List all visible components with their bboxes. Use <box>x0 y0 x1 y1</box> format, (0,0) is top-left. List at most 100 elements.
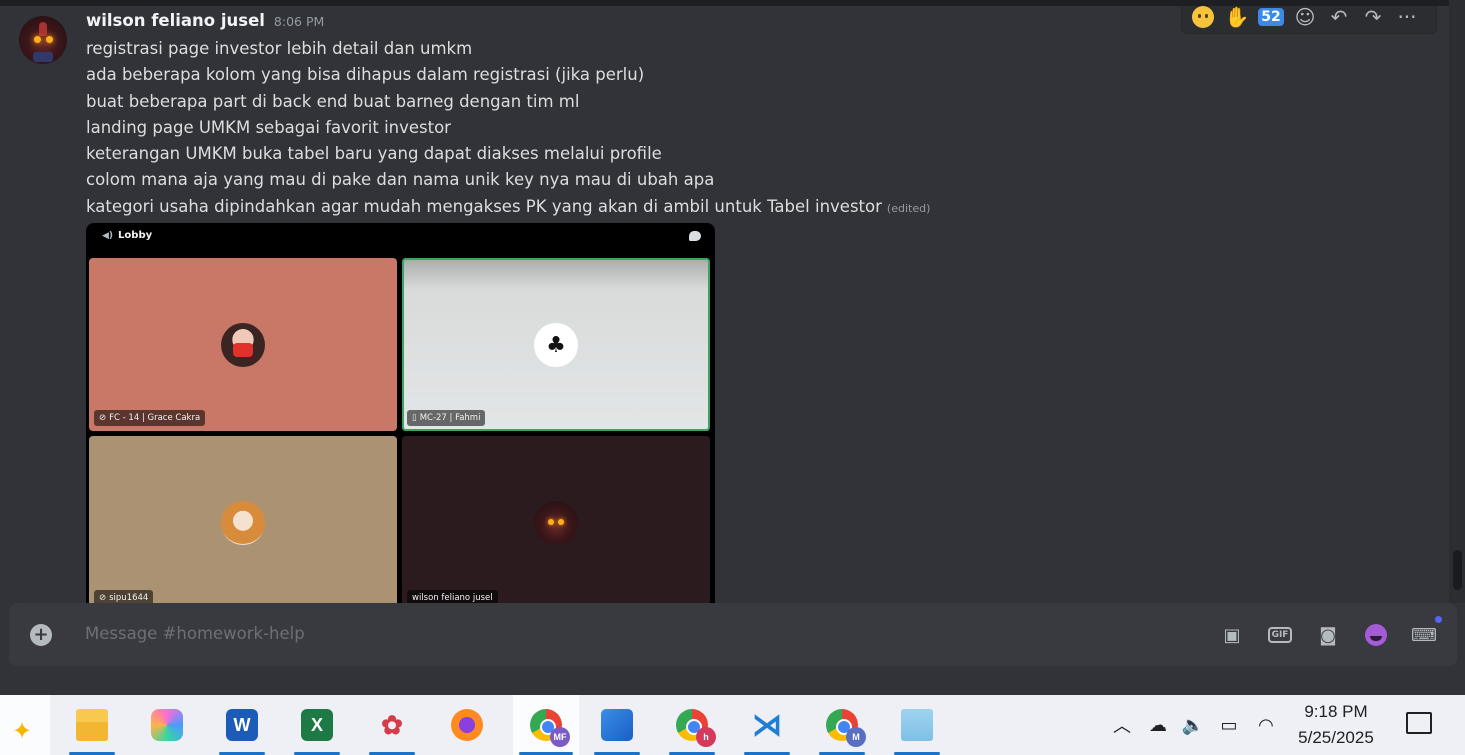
profile-badge: M <box>846 727 866 747</box>
message-line: landing page UMKM sebagai favorit invest… <box>86 117 451 137</box>
message-content: registrasi page investor lebih detail da… <box>86 38 930 222</box>
vscode-icon: ⋊ <box>752 708 782 742</box>
participant-avatar <box>221 501 265 545</box>
gift-icon: ▣ <box>1223 624 1241 646</box>
screenshot-embed[interactable]: ◀) Lobby ⊘ FC - 14 | Grace Cakra ♣ ▯ MC-… <box>86 223 715 603</box>
figma-icon: ✿ <box>381 709 403 740</box>
taskbar-firefox[interactable] <box>438 695 496 755</box>
emoji-icon <box>1365 624 1387 646</box>
taskbar-figma[interactable]: ✿ <box>363 695 421 755</box>
windows-taskbar: ✦ W X ✿ MF h ⋊ M ︿ ☁ 🔈 ▭ ◠ 9:18 PM 5/25/… <box>0 695 1465 755</box>
profile-badge: h <box>696 727 716 747</box>
notification-dot <box>1435 616 1442 623</box>
chrome-icon: h <box>676 709 716 747</box>
message-line: ada beberapa kolom yang bisa dihapus dal… <box>86 65 645 85</box>
activity-button[interactable]: ⌨ <box>1411 624 1437 646</box>
forward-button[interactable]: ↷ <box>1356 6 1390 32</box>
participant-name: MC-27 | Fahmi <box>419 413 481 423</box>
participant-nametag: ⊘ FC - 14 | Grace Cakra <box>94 410 206 426</box>
add-reaction-button[interactable]: ☺ <box>1288 6 1322 32</box>
upload-button[interactable]: + <box>30 624 52 646</box>
participant-nametag: wilson feliano jusel <box>407 590 498 603</box>
message-composer[interactable]: + Message #homework-help ▣ GIF ◙ ⌨ <box>9 603 1457 666</box>
message-actions-toolbar: ✋ 52 ☺ ↶ ↷ ··· <box>1181 6 1437 34</box>
embed-header: ◀) Lobby <box>86 223 715 253</box>
taskbar-file-explorer[interactable] <box>63 695 121 755</box>
participant-tile[interactable]: ⊘ FC - 14 | Grace Cakra <box>89 258 397 431</box>
excel-letter: X <box>310 714 323 735</box>
number-52-icon: 52 <box>1258 8 1284 26</box>
cloud-offline-icon: ☁ <box>1149 714 1167 736</box>
chat-bubble-icon <box>689 231 701 241</box>
participant-tile-speaking[interactable]: ♣ ▯ MC-27 | Fahmi <box>402 258 710 431</box>
avatar-crest <box>39 22 47 36</box>
reply-button[interactable]: ↶ <box>1322 6 1356 32</box>
reaction-button[interactable] <box>1186 6 1220 32</box>
add-reaction-icon: ☺ <box>1294 6 1316 29</box>
taskbar-copilot[interactable] <box>138 695 196 755</box>
more-button[interactable]: ··· <box>1390 6 1424 32</box>
show-hidden-icons-button[interactable]: ︿ <box>1110 695 1134 755</box>
avatar-eye-left <box>34 36 41 43</box>
activity-icon: ⌨ <box>1411 624 1437 646</box>
taskbar-vscode[interactable]: ⋊ <box>738 695 796 755</box>
participant-avatar: ♣ <box>534 323 578 367</box>
plus-icon: + <box>33 624 49 645</box>
composer-area: + Message #homework-help ▣ GIF ◙ ⌨ <box>0 603 1465 695</box>
message-input[interactable]: Message #homework-help <box>85 624 305 643</box>
word-letter: W <box>233 714 251 735</box>
sticker-icon: ◙ <box>1319 624 1337 646</box>
participant-nametag: ⊘ sipu1644 <box>94 590 154 603</box>
onedrive-button[interactable]: ☁ <box>1144 695 1172 755</box>
muted-mic-icon: ⊘ <box>99 413 107 423</box>
avatar-eye-right <box>558 519 564 525</box>
start-button[interactable]: ✦ <box>0 695 50 755</box>
gif-button[interactable]: GIF <box>1267 624 1293 646</box>
timestamp[interactable]: 8:06 PM <box>274 14 324 29</box>
taskbar-word[interactable]: W <box>213 695 271 755</box>
profile-badge: MF <box>550 727 570 747</box>
taskbar-chrome-mf[interactable]: MF <box>513 695 579 755</box>
wifi-button[interactable]: ◠ <box>1253 695 1279 755</box>
copilot-icon <box>151 709 183 741</box>
chat-scrollbar[interactable] <box>1449 0 1465 603</box>
chat-area: wilson feliano jusel 8:06 PM registrasi … <box>0 6 1448 603</box>
emoji-face-icon <box>1192 6 1214 28</box>
taskbar-excel[interactable]: X <box>288 695 346 755</box>
wifi-icon: ◠ <box>1258 714 1274 736</box>
battery-button[interactable]: ▭ <box>1216 695 1242 755</box>
participant-tile[interactable]: ⊘ sipu1644 <box>89 436 397 603</box>
sticker-button[interactable]: ◙ <box>1317 624 1339 646</box>
message-line: registrasi page investor lebih detail da… <box>86 39 473 58</box>
participant-avatar <box>221 323 265 367</box>
mobile-icon: ▯ <box>412 413 417 423</box>
gift-button[interactable]: ▣ <box>1221 624 1243 646</box>
reaction-button[interactable]: 52 <box>1254 6 1288 32</box>
taskbar-photos[interactable] <box>588 695 646 755</box>
message-line: buat beberapa part di back end buat barn… <box>86 91 580 111</box>
volume-button[interactable]: 🔈 <box>1180 695 1206 755</box>
notepad-icon <box>901 709 933 741</box>
taskbar-notepad[interactable] <box>888 695 946 755</box>
participant-avatar <box>534 501 578 545</box>
photos-icon <box>601 709 633 741</box>
system-clock[interactable]: 9:18 PM 5/25/2025 <box>1286 699 1386 751</box>
participant-nametag: ▯ MC-27 | Fahmi <box>407 410 486 426</box>
reaction-button[interactable]: ✋ <box>1220 6 1254 32</box>
emoji-button[interactable] <box>1365 624 1387 646</box>
avatar-base <box>33 52 53 62</box>
message-header: wilson feliano jusel 8:06 PM <box>86 11 324 33</box>
scrollbar-thumb[interactable] <box>1453 550 1462 590</box>
gif-icon: GIF <box>1267 627 1293 643</box>
notification-center-icon[interactable] <box>1406 712 1432 734</box>
username[interactable]: wilson feliano jusel <box>86 11 265 30</box>
taskbar-chrome-h[interactable]: h <box>663 695 721 755</box>
user-avatar[interactable] <box>19 16 67 64</box>
muted-mic-icon: ⊘ <box>99 593 107 603</box>
avatar-eye-right <box>46 36 53 43</box>
participant-tile[interactable]: wilson feliano jusel <box>402 436 710 603</box>
taskbar-chrome-m[interactable]: M <box>813 695 871 755</box>
firefox-icon <box>451 709 483 741</box>
chrome-icon: MF <box>530 709 570 747</box>
ok-hand-icon: ✋ <box>1224 6 1250 29</box>
